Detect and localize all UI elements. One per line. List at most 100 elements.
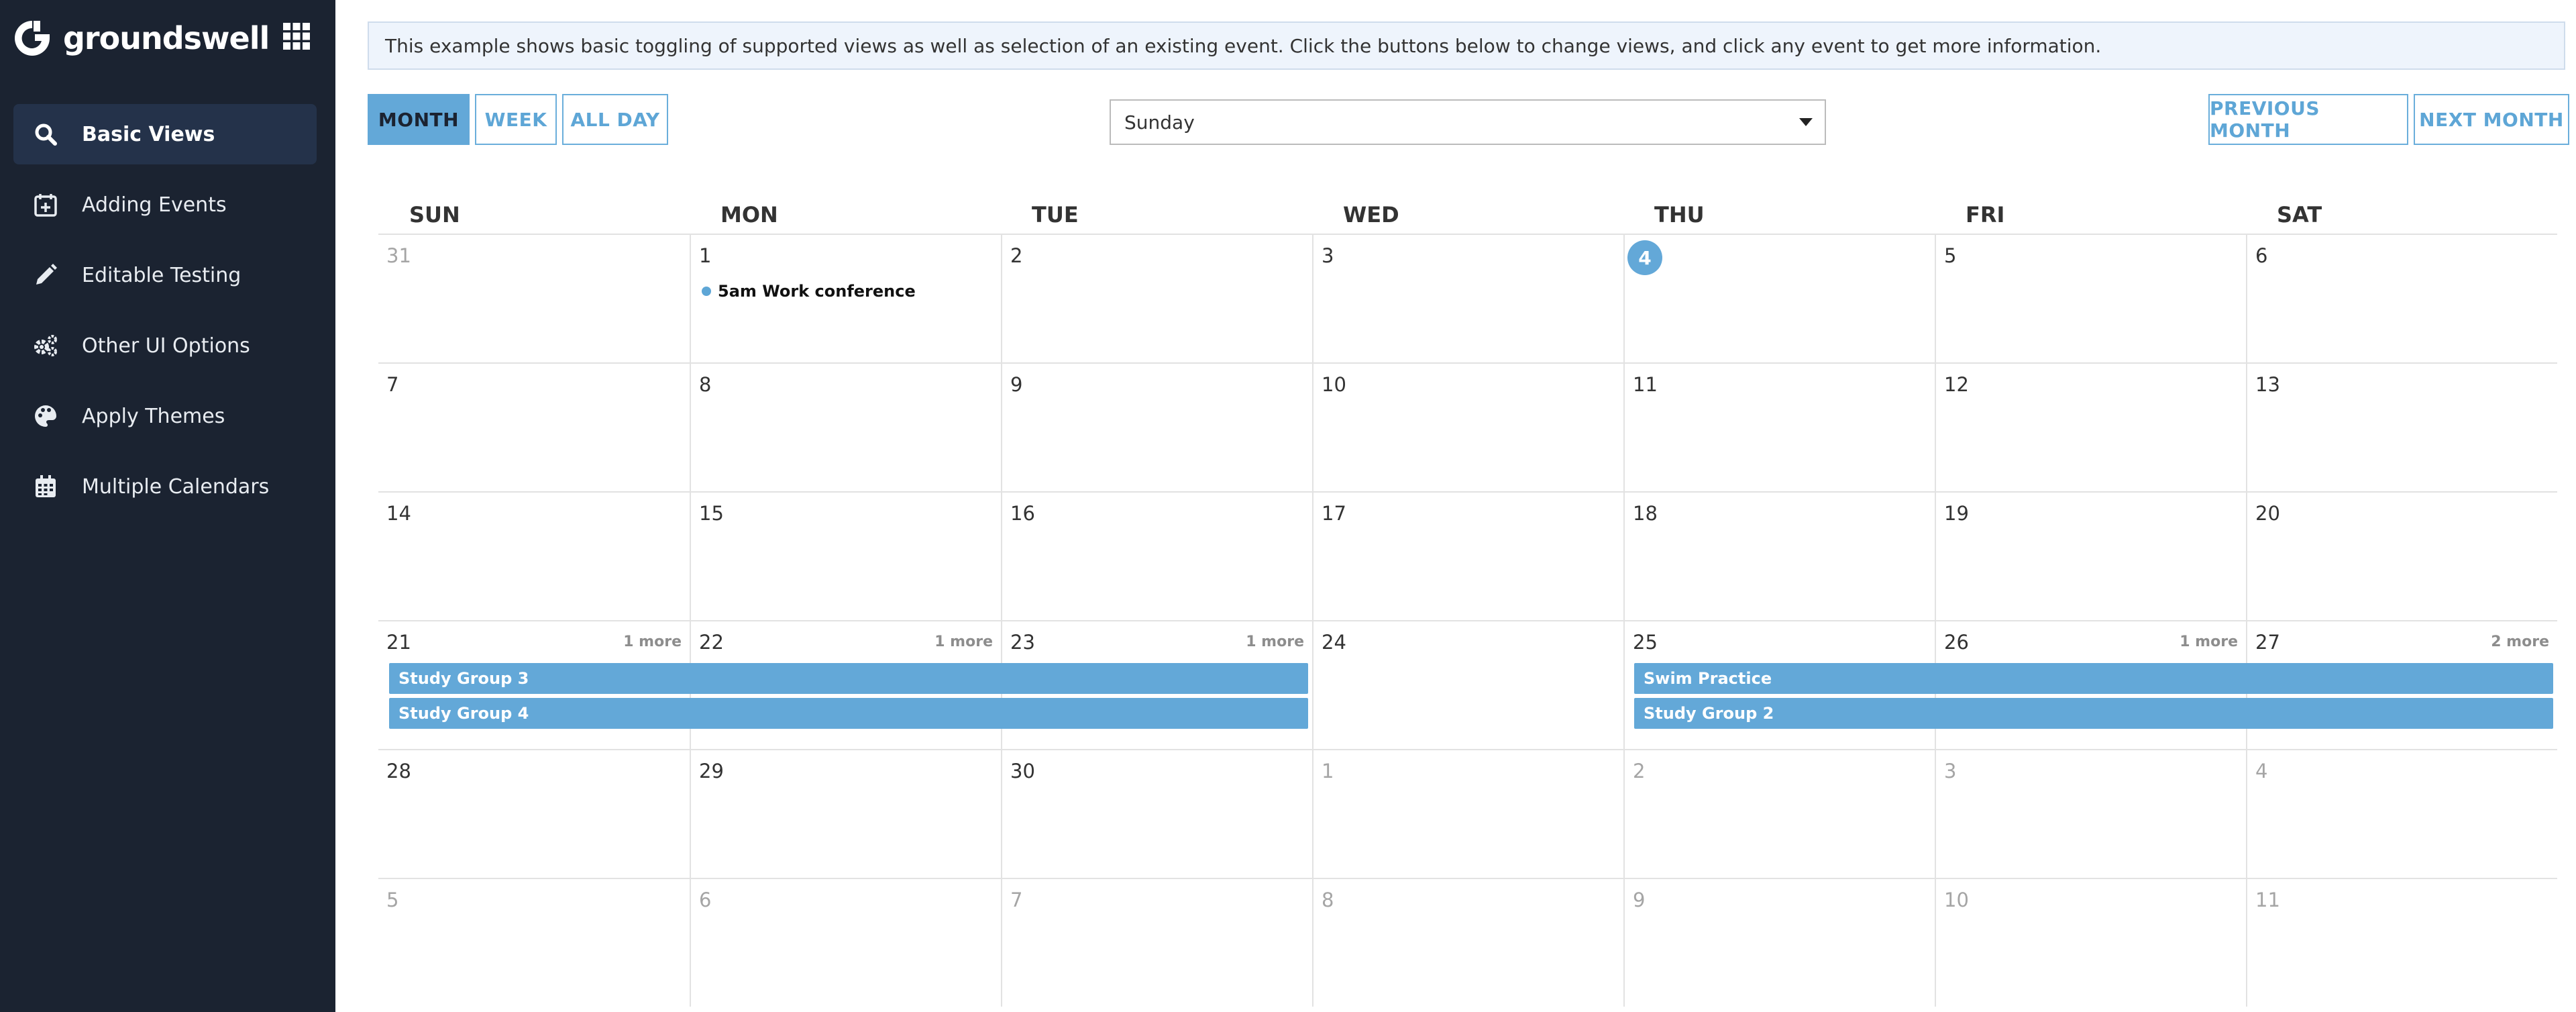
day-of-week-sun: SUN	[409, 202, 460, 227]
day-number: 1	[699, 244, 712, 267]
sidebar-item-label: Editable Testing	[82, 263, 241, 287]
month-calendar: SUN MON TUE WED THU FRI SAT 31 1 5am Work confer…	[378, 195, 2557, 1007]
calendar-day-cell[interactable]: 3	[1935, 749, 2246, 878]
day-number: 19	[1944, 502, 1969, 525]
day-number: 12	[1944, 373, 1969, 396]
calendar-day-cell[interactable]: 30	[1001, 749, 1312, 878]
calendar-event[interactable]: 5am Work conference	[702, 282, 916, 301]
calendar-day-cell[interactable]: 18	[1623, 491, 1935, 620]
calendar-day-cell[interactable]: 13	[2246, 362, 2557, 491]
calendar-event-bar[interactable]: Study Group 3	[389, 663, 1308, 694]
more-events-link[interactable]: 2 more	[2491, 634, 2549, 650]
calendar-day-cell[interactable]: 19	[1935, 491, 2246, 620]
calendar-day-cell[interactable]: 1	[1312, 749, 1623, 878]
calendar-event-bar[interactable]: Swim Practice	[1634, 663, 2553, 694]
day-of-week-header: SUN MON TUE WED THU FRI SAT	[378, 195, 2557, 235]
calendar-day-cell[interactable]: 2	[1001, 234, 1312, 362]
calendar-day-cell[interactable]: 14	[378, 491, 690, 620]
calendar-day-cell[interactable]: 16	[1001, 491, 1312, 620]
more-events-link[interactable]: 1 more	[623, 634, 682, 650]
more-events-link[interactable]: 1 more	[2180, 634, 2238, 650]
day-number: 11	[2255, 889, 2280, 911]
day-number: 25	[1633, 631, 1658, 654]
sidebar-item-editable-testing[interactable]: Editable Testing	[13, 245, 317, 305]
brand-name: groundswell	[63, 20, 270, 56]
sidebar: groundswell Basic Views Adding Events Ed…	[0, 0, 335, 1012]
calendar-day-cell[interactable]: 20	[2246, 491, 2557, 620]
calendar-day-cell[interactable]: 15	[690, 491, 1001, 620]
calendar-day-cell[interactable]: 5	[1935, 234, 2246, 362]
day-number: 8	[1322, 889, 1334, 911]
calendar-day-cell[interactable]: 7	[378, 362, 690, 491]
day-number: 9	[1633, 889, 1646, 911]
week-view-button[interactable]: WEEK	[475, 94, 557, 145]
calendar-day-cell[interactable]: 8	[690, 362, 1001, 491]
calendar-day-cell[interactable]: 6	[690, 878, 1001, 1007]
day-number: 29	[699, 760, 724, 782]
calendar-day-cell[interactable]: 2	[1623, 749, 1935, 878]
calendar-day-cell[interactable]: 24	[1312, 620, 1623, 749]
sidebar-nav: Basic Views Adding Events Editable Testi…	[13, 104, 317, 527]
calendar-day-cell[interactable]: 10	[1312, 362, 1623, 491]
calendar-day-cell[interactable]: 8	[1312, 878, 1623, 1007]
calendar-grid: 31 1 5am Work conference 2 3 4 5 6 7 8 9 10 11 12 13 14…	[378, 234, 2557, 1007]
day-number: 5	[1944, 244, 1957, 267]
day-number: 22	[699, 631, 724, 654]
calendar-day-cell[interactable]: 5	[378, 878, 690, 1007]
day-number: 2	[1633, 760, 1646, 782]
calendar-day-cell[interactable]: 11	[1623, 362, 1935, 491]
sidebar-item-multiple-calendars[interactable]: Multiple Calendars	[13, 456, 317, 517]
sidebar-item-other-ui-options[interactable]: Other UI Options	[13, 315, 317, 376]
calendar-day-cell[interactable]: 4	[1623, 234, 1935, 362]
day-number: 23	[1010, 631, 1035, 654]
day-number: 17	[1322, 502, 1346, 525]
previous-month-button[interactable]: PREVIOUS MONTH	[2208, 94, 2408, 145]
day-number: 27	[2255, 631, 2280, 654]
brand[interactable]: groundswell	[12, 15, 321, 62]
calendar-day-cell[interactable]: 3	[1312, 234, 1623, 362]
day-number: 20	[2255, 502, 2280, 525]
calendar-day-cell[interactable]: 11	[2246, 878, 2557, 1007]
day-number: 18	[1633, 502, 1658, 525]
calendar-day-cell[interactable]: 7	[1001, 878, 1312, 1007]
calendar-day-cell[interactable]: 4	[2246, 749, 2557, 878]
day-number: 6	[2255, 244, 2268, 267]
day-number: 16	[1010, 502, 1035, 525]
all-day-view-button[interactable]: ALL DAY	[562, 94, 668, 145]
calendar-day-cell[interactable]: 6	[2246, 234, 2557, 362]
day-number: 7	[1010, 889, 1023, 911]
palette-icon	[32, 403, 59, 429]
month-view-button[interactable]: MONTH	[368, 94, 470, 145]
calendar-day-cell[interactable]: 12	[1935, 362, 2246, 491]
day-number: 6	[699, 889, 712, 911]
day-of-week-wed: WED	[1343, 202, 1399, 227]
calendar-day-cell[interactable]: 10	[1935, 878, 2246, 1007]
calendar-day-cell[interactable]: 17	[1312, 491, 1623, 620]
next-month-button[interactable]: NEXT MONTH	[2414, 94, 2569, 145]
calendar-day-cell[interactable]: 1 5am Work conference	[690, 234, 1001, 362]
day-number: 13	[2255, 373, 2280, 396]
calendar-event-bar[interactable]: Study Group 2	[1634, 698, 2553, 729]
day-number: 3	[1944, 760, 1957, 782]
calendar-day-cell[interactable]: 29	[690, 749, 1001, 878]
calendar-day-cell[interactable]: 31	[378, 234, 690, 362]
sidebar-item-apply-themes[interactable]: Apply Themes	[13, 386, 317, 446]
day-number: 4	[2255, 760, 2268, 782]
more-events-link[interactable]: 1 more	[934, 634, 993, 650]
chevron-down-icon	[1799, 118, 1813, 126]
gears-icon	[32, 332, 59, 359]
calendar-day-cell[interactable]: 28	[378, 749, 690, 878]
more-events-link[interactable]: 1 more	[1246, 634, 1304, 650]
day-number: 11	[1633, 373, 1658, 396]
pencil-icon	[32, 262, 59, 289]
sidebar-item-basic-views[interactable]: Basic Views	[13, 104, 317, 164]
sidebar-item-adding-events[interactable]: Adding Events	[13, 174, 317, 235]
week-start-select[interactable]: Sunday	[1110, 99, 1826, 145]
event-dot-icon	[702, 287, 711, 296]
calendar-day-cell[interactable]: 9	[1623, 878, 1935, 1007]
day-number: 2	[1010, 244, 1023, 267]
apps-grid-icon[interactable]	[280, 20, 313, 52]
calendar-day-cell[interactable]: 9	[1001, 362, 1312, 491]
day-of-week-tue: TUE	[1032, 202, 1079, 227]
calendar-event-bar[interactable]: Study Group 4	[389, 698, 1308, 729]
